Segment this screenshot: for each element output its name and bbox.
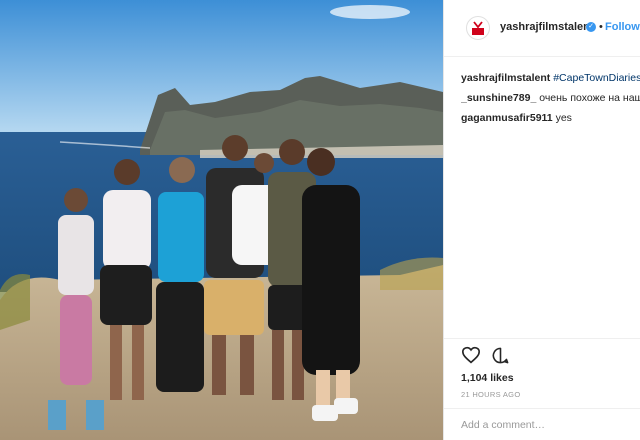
post-timestamp[interactable]: 21 HOURS AGO: [461, 390, 520, 399]
post-header: yashrajfilmstalent ✓ • Follow: [444, 0, 640, 56]
comment-username[interactable]: yashrajfilmstalent: [461, 72, 550, 84]
post-image: [0, 0, 443, 440]
comments-list: yashrajfilmstalent #CapeTownDiaries _sun…: [461, 68, 640, 128]
verified-badge-icon: ✓: [586, 22, 596, 32]
post-sidebar: yashrajfilmstalent ✓ • Follow yashrajfil…: [444, 0, 640, 440]
comment-box-divider: [444, 408, 640, 409]
follow-button[interactable]: Follow: [605, 21, 640, 33]
header-divider: [444, 56, 640, 57]
comment-username[interactable]: _sunshine789_: [461, 92, 536, 104]
comment-text: очень похоже на наш Ч: [539, 92, 640, 104]
post-username[interactable]: yashrajfilmstalent: [500, 21, 594, 33]
comment-item: yashrajfilmstalent #CapeTownDiaries: [461, 68, 640, 88]
comment-text: yes: [555, 112, 572, 124]
yrf-logo-icon: [470, 20, 486, 36]
heart-icon[interactable]: [461, 346, 481, 369]
hashtag-link[interactable]: #CapeTownDiaries: [553, 72, 640, 84]
comment-item: gaganmusafir5911 yes: [461, 108, 640, 128]
avatar[interactable]: [466, 16, 490, 40]
separator-dot: •: [599, 21, 603, 33]
post-photo[interactable]: [0, 0, 443, 440]
comment-item: _sunshine789_ очень похоже на наш Ч: [461, 88, 640, 108]
comment-username[interactable]: gaganmusafir5911: [461, 112, 553, 124]
comment-bubble-icon[interactable]: [491, 346, 510, 370]
add-comment-input[interactable]: Add a comment…: [461, 419, 545, 431]
likes-count[interactable]: 1,104 likes: [461, 372, 514, 384]
actions-divider: [444, 338, 640, 339]
